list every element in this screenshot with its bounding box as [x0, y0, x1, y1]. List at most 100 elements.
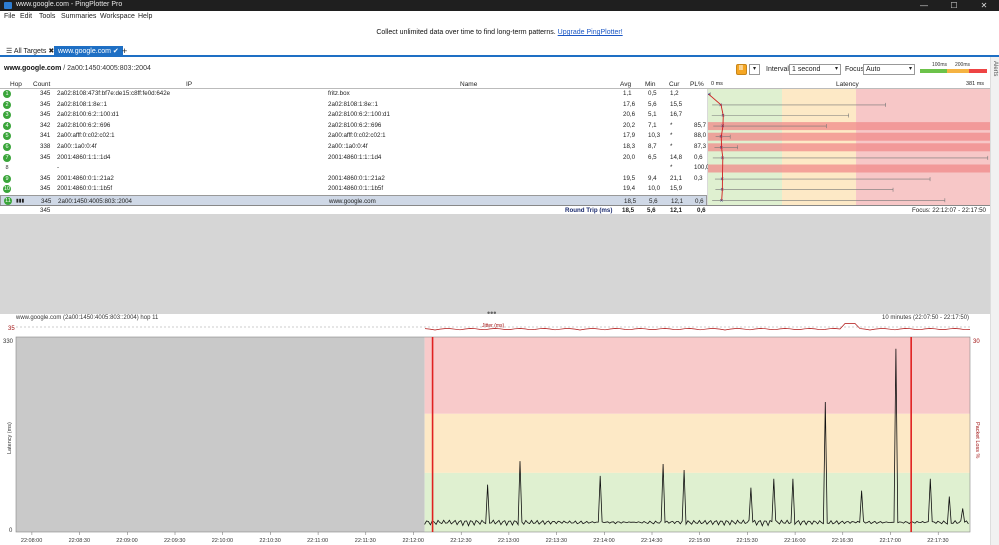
legend-green: [920, 69, 947, 73]
avg-cell: 17,9: [623, 132, 636, 140]
table-row[interactable]: 4 342 2a02:8100:6:2::696 2a02:8100:6:2::696…: [0, 120, 707, 132]
avg-cell: 1,1: [623, 90, 632, 97]
graph-target-label: www.google.com (2a00:1450:4005:803::2004…: [16, 315, 159, 321]
avg-cell: 20,2: [623, 121, 636, 129]
min-cell: 9,4: [648, 174, 657, 182]
col-cur[interactable]: Cur: [669, 81, 679, 88]
x-tick-label: 22:16:00: [784, 538, 805, 544]
col-latency-max: 381 ms: [966, 81, 985, 87]
name-cell: 2a02:8100:6:2::696: [328, 121, 382, 129]
minimize-button[interactable]: —: [909, 0, 939, 11]
ip-cell: 2a02:8100:6:2::100:d1: [57, 111, 119, 119]
col-hop[interactable]: Hop: [10, 81, 22, 88]
cur-cell: 15,5: [670, 100, 683, 108]
menu-file[interactable]: File: [4, 13, 15, 20]
table-row[interactable]: 6 338 2a00::1a0:0:4f 2a00::1a0:0:4f 18,3 8,7 *…: [0, 142, 707, 153]
interval-value: 1 second: [792, 66, 821, 73]
col-name[interactable]: Name: [460, 81, 477, 88]
table-row[interactable]: 7 345 2001:4860:1:1::1d4 2001:4860:1:1::1d4…: [0, 152, 707, 164]
table-empty-area: [0, 214, 990, 314]
hop-badge: 1: [3, 90, 11, 98]
col-latency[interactable]: Latency: [836, 81, 859, 88]
name-cell: 2a00:afff:0:c02:c02:1: [328, 132, 386, 140]
table-row[interactable]: 8- * 100,0: [0, 163, 709, 174]
table-row[interactable]: 9 345 2001:4860:0:1::21a2 2001:4860:0:1::21…: [0, 173, 707, 185]
maximize-button[interactable]: ☐: [939, 0, 969, 11]
x-tick-label: 22:14:00: [593, 538, 614, 544]
graph-timerange-label[interactable]: 10 minutes (22:07:50 - 22:17:50): [882, 315, 969, 321]
menu-summaries[interactable]: Summaries: [61, 13, 96, 20]
legend-100-label: 100ms: [932, 62, 948, 68]
menu-edit[interactable]: Edit: [20, 13, 32, 20]
menu-tools[interactable]: Tools: [39, 13, 55, 20]
upgrade-link[interactable]: Upgrade PingPlotter!: [558, 29, 623, 36]
x-tick-label: 22:12:30: [450, 538, 471, 544]
table-row[interactable]: 3 345 2a02:8100:6:2::100:d1 2a02:8100:6:2::…: [0, 110, 707, 121]
avg-cell: 19,5: [623, 174, 636, 182]
alerts-side-panel[interactable]: Alerts: [990, 57, 999, 545]
name-cell: 2a02:8100:6:2::100:d1: [328, 111, 390, 119]
cur-cell: *: [670, 164, 673, 172]
min-cell: 0,5: [648, 90, 657, 97]
trace-table: Hop Count IP Name Avg Min Cur PL% 0 ms L…: [0, 80, 990, 314]
summary-avg: 18,5: [622, 207, 635, 214]
packet-loss-bar: [708, 132, 990, 141]
cur-cell: 21,1: [670, 174, 683, 182]
y-max-label: 330: [3, 339, 14, 345]
focus-label: Focus: [845, 66, 865, 73]
col-avg[interactable]: Avg: [620, 81, 631, 88]
min-cell: 6,5: [648, 153, 657, 161]
menu-help[interactable]: Help: [138, 13, 152, 20]
interval-select[interactable]: 1 second ▾: [789, 64, 841, 75]
x-tick-label: 22:16:30: [832, 538, 853, 544]
focus-select[interactable]: Auto ▾: [863, 64, 915, 75]
table-row[interactable]: 10 345 2001:4860:0:1::1b5f 2001:4860:0:1::1…: [0, 184, 707, 196]
hop-badge: 3: [3, 111, 11, 120]
min-cell: 10,0: [648, 185, 661, 193]
table-row[interactable]: 2 345 2a02:8108:1:8e::1 2a02:8108:1:8e::1 17…: [0, 99, 707, 111]
count-cell: 345: [40, 100, 51, 108]
x-tick-label: 22:08:30: [69, 538, 90, 544]
name-cell: 2001:4860:1:1::1d4: [328, 153, 382, 161]
cur-cell: *: [670, 143, 673, 150]
x-tick-label: 22:12:00: [403, 538, 424, 544]
add-tab-button[interactable]: +: [118, 46, 131, 57]
ip-cell: 2a02:8108:473f:bf7e:de15:c8ff:fe0d:642e: [57, 90, 171, 97]
tab-all-targets[interactable]: ☰ All Targets ✖: [2, 46, 58, 57]
x-tick-label: 22:17:00: [880, 538, 901, 544]
cur-cell: 1,2: [670, 90, 679, 97]
close-button[interactable]: ✕: [969, 0, 999, 11]
pl-cell: 0,6: [694, 153, 703, 161]
x-tick-label: 22:17:30: [927, 538, 948, 544]
packet-loss-bar: [708, 164, 990, 173]
tab-google[interactable]: www.google.com ✔: [54, 46, 123, 57]
breadcrumb-host[interactable]: www.google.com: [4, 65, 61, 72]
table-row[interactable]: 5 341 2a00:afff:0:c02:c02:1 2a00:afff:0:c02…: [0, 131, 707, 143]
col-ip[interactable]: IP: [186, 81, 192, 88]
menu-workspace[interactable]: Workspace: [100, 13, 135, 20]
pl-cell: 87,3: [694, 143, 707, 150]
focus-value: Auto: [866, 66, 881, 73]
hop-badge: 4: [3, 121, 11, 130]
col-pl[interactable]: PL%: [690, 81, 704, 88]
min-cell: 5,1: [648, 111, 657, 119]
table-row[interactable]: 1 345 2a02:8108:473f:bf7e:de15:c8ff:fe0d:6…: [0, 89, 707, 100]
hop-badge: 5: [3, 132, 11, 141]
x-tick-label: 22:10:30: [259, 538, 280, 544]
name-cell: 2a00::1a0:0:4f: [328, 143, 368, 150]
list-icon: ☰: [6, 48, 13, 55]
latency-time-graph[interactable]: 330 0 30 Latency (ms) Packet Loss % 22:08:00 2…: [0, 334, 990, 545]
ip-cell: 2a00:afff:0:c02:c02:1: [57, 132, 115, 140]
pause-button[interactable]: II: [736, 64, 747, 75]
title-bar: www.google.com - PingPlotter Pro — ☐ ✕: [0, 0, 999, 11]
min-cell: 10,3: [648, 132, 661, 140]
summary-focus: Focus: 22:12:07 - 22:17:50: [912, 207, 986, 214]
latency-graph-column: ××××××××××: [708, 89, 990, 205]
name-cell: 2001:4860:0:1::1b5f: [328, 185, 384, 193]
col-min[interactable]: Min: [645, 81, 655, 88]
pause-dropdown[interactable]: ▾: [749, 64, 760, 75]
tab-google-label: www.google.com: [58, 48, 111, 55]
count-cell: 345: [40, 174, 51, 182]
col-count[interactable]: Count: [33, 81, 50, 88]
pl-cell: 85,7: [694, 121, 707, 129]
